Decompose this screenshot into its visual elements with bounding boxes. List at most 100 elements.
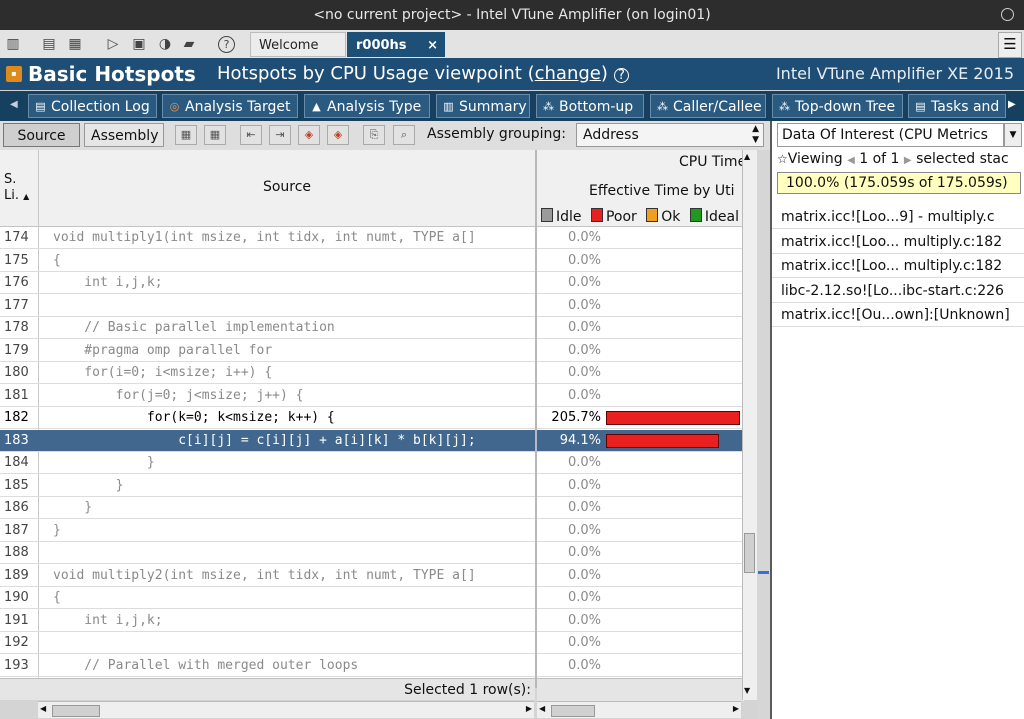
cpu-time-row[interactable]: 205.7% <box>537 407 744 429</box>
tab-analysis-target[interactable]: ◎ Analysis Target <box>162 94 298 118</box>
cpu-time-row[interactable]: 0.0% <box>537 340 744 362</box>
chart-icon[interactable]: ▥ <box>4 35 22 53</box>
run-analysis-icon[interactable]: ▷ <box>104 35 122 53</box>
close-tab-icon[interactable]: × <box>427 33 438 58</box>
tab-welcome[interactable]: Welcome <box>250 32 346 57</box>
tab-top-down-tree[interactable]: ⁂ Top-down Tree <box>772 94 903 118</box>
table-row[interactable]: 175 { <box>0 250 535 272</box>
cpu-time-row[interactable]: 0.0% <box>537 385 744 407</box>
cpu-time-row[interactable]: 0.0% <box>537 317 744 339</box>
cpu-time-row[interactable]: 0.0% <box>537 632 744 654</box>
scroll-left-icon[interactable]: ◀ <box>539 704 545 713</box>
chevron-down-icon[interactable]: ▼ <box>1004 123 1022 147</box>
scroll-right-icon[interactable]: ▶ <box>526 704 532 713</box>
change-viewpoint-link[interactable]: change <box>535 63 601 84</box>
source-button[interactable]: Source <box>3 123 80 147</box>
table-row[interactable]: 177 <box>0 295 535 317</box>
cpu-time-row[interactable]: 0.0% <box>537 452 744 474</box>
table-row[interactable]: 193 // Parallel with merged outer loops <box>0 655 535 677</box>
table-row[interactable]: 186 } <box>0 497 535 519</box>
open-project-icon[interactable]: ▦ <box>66 35 84 53</box>
new-analysis-icon[interactable]: ▣ <box>130 35 148 53</box>
pane-splitter[interactable] <box>757 150 770 719</box>
tab-bottom-up[interactable]: ⁂ Bottom-up <box>536 94 644 118</box>
table-row[interactable]: 188 <box>0 542 535 564</box>
open-source-icon[interactable]: ⎘ <box>363 125 385 145</box>
cpu-horizontal-scrollbar[interactable]: ◀ ▶ <box>537 701 741 718</box>
cpu-time-title[interactable]: CPU Time <box>679 154 744 170</box>
tabs-scroll-right-icon[interactable]: ▶ <box>1008 99 1016 110</box>
search-icon[interactable]: ⌕ <box>393 125 415 145</box>
next-stack-icon[interactable]: ▶ <box>904 155 912 166</box>
scroll-to-prev-icon[interactable]: ⇤ <box>240 125 262 145</box>
source-horizontal-scrollbar[interactable]: ◀ ▶ <box>38 701 534 718</box>
tab-result[interactable]: r000hs × <box>347 32 445 57</box>
effective-time-title[interactable]: Effective Time by Uti <box>589 183 735 199</box>
tab-analysis-type[interactable]: ▲ Analysis Type <box>304 94 430 118</box>
table-row[interactable]: 182 for(k=0; k<msize; k++) { <box>0 407 535 429</box>
cpu-time-row[interactable]: 0.0% <box>537 227 744 249</box>
open-result-icon[interactable]: ▰ <box>180 35 198 53</box>
menu-icon[interactable]: ☰ <box>998 32 1022 58</box>
window-close-icon[interactable] <box>1001 8 1014 21</box>
scroll-to-next-icon[interactable]: ⇥ <box>269 125 291 145</box>
cpu-time-row[interactable]: 94.1% <box>537 429 744 452</box>
scroll-left-icon[interactable]: ◀ <box>40 704 46 713</box>
vertical-scrollbar[interactable]: ▲ ▼ <box>742 150 757 700</box>
stack-frame[interactable]: matrix.icc![Ou...own]:[Unknown] <box>772 303 1024 327</box>
cpu-time-row[interactable]: 0.0% <box>537 542 744 564</box>
table-row[interactable]: 180 for(i=0; i<msize; i++) { <box>0 362 535 384</box>
cpu-time-row[interactable]: 0.0% <box>537 295 744 317</box>
column-header-line[interactable]: S. Li. ▲ <box>4 172 29 205</box>
scroll-down-icon[interactable]: ▼ <box>744 686 750 695</box>
stack-frame[interactable]: libc-2.12.so![Lo...ibc-start.c:226 <box>772 279 1024 303</box>
table-row[interactable]: 181 for(j=0; j<msize; j++) { <box>0 385 535 407</box>
cpu-time-row[interactable]: 0.0% <box>537 497 744 519</box>
scroll-thumb[interactable] <box>744 533 755 573</box>
prev-hotspot-icon[interactable]: ◈ <box>298 125 320 145</box>
cpu-time-row[interactable]: 0.0% <box>537 610 744 632</box>
table-row[interactable]: 183 c[i][j] = c[i][j] + a[i][k] * b[k][j… <box>0 429 535 452</box>
table-row[interactable]: 191 int i,j,k; <box>0 610 535 632</box>
table-row[interactable]: 174 void multiply1(int msize, int tidx, i… <box>0 227 535 249</box>
table-row[interactable]: 178 // Basic parallel implementation <box>0 317 535 339</box>
new-project-icon[interactable]: ▤ <box>40 35 58 53</box>
cpu-hscroll-thumb[interactable] <box>551 705 595 717</box>
scroll-up-icon[interactable]: ▲ <box>744 152 750 161</box>
compare-icon[interactable]: ◑ <box>156 35 174 53</box>
scroll-right-icon[interactable]: ▶ <box>733 704 739 713</box>
tab-collection-log[interactable]: ▤ Collection Log <box>28 94 157 118</box>
data-of-interest-select[interactable]: Data Of Interest (CPU Metrics <box>777 123 1004 147</box>
prev-stack-icon[interactable]: ◀ <box>847 155 855 166</box>
table-row[interactable]: 176 int i,j,k; <box>0 272 535 294</box>
cpu-time-row[interactable]: 0.0% <box>537 655 744 677</box>
cpu-time-row[interactable]: 0.0% <box>537 475 744 497</box>
table-row[interactable]: 185 } <box>0 475 535 497</box>
cpu-time-row[interactable]: 0.0% <box>537 362 744 384</box>
table-row[interactable]: 192 <box>0 632 535 654</box>
tab-caller-callee[interactable]: ⁂ Caller/Callee <box>650 94 766 118</box>
help-icon[interactable]: ? <box>218 36 235 53</box>
table-row[interactable]: 187} <box>0 520 535 542</box>
tab-tasks[interactable]: ▤ Tasks and <box>908 94 1006 118</box>
assembly-grouping-select[interactable]: Address ▲ ▼ <box>576 123 764 147</box>
collapse-icon[interactable]: ▦ <box>204 125 226 145</box>
source-hscroll-thumb[interactable] <box>52 705 100 717</box>
stack-frame[interactable]: matrix.icc![Loo...9] - multiply.c <box>772 205 1024 229</box>
assembly-button[interactable]: Assembly <box>84 123 164 147</box>
cpu-time-row[interactable]: 0.0% <box>537 520 744 542</box>
cpu-time-row[interactable]: 0.0% <box>537 565 744 587</box>
expand-icon[interactable]: ▦ <box>175 125 197 145</box>
cpu-time-row[interactable]: 0.0% <box>537 250 744 272</box>
stack-frame[interactable]: matrix.icc![Loo... multiply.c:182 <box>772 230 1024 254</box>
table-row[interactable]: 184 } <box>0 452 535 474</box>
cpu-time-row[interactable]: 0.0% <box>537 587 744 609</box>
table-row[interactable]: 179 #pragma omp parallel for <box>0 340 535 362</box>
stack-frame[interactable]: matrix.icc![Loo... multiply.c:182 <box>772 254 1024 278</box>
next-hotspot-icon[interactable]: ◈ <box>327 125 349 145</box>
table-row[interactable]: 189 void multiply2(int msize, int tidx, i… <box>0 565 535 587</box>
table-row[interactable]: 190 { <box>0 587 535 609</box>
tab-summary[interactable]: ▥ Summary <box>436 94 530 118</box>
cpu-time-row[interactable]: 0.0% <box>537 272 744 294</box>
column-header-source[interactable]: Source <box>40 179 534 195</box>
